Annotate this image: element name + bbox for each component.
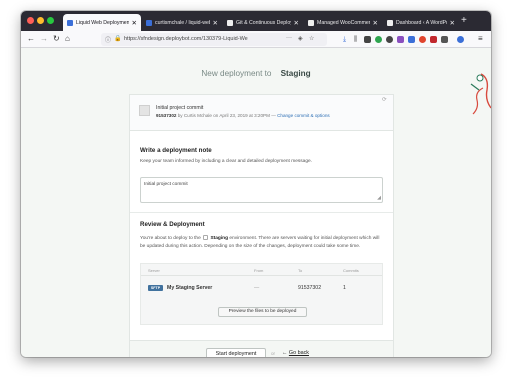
deployment-note-input[interactable]: Initial project commit ◢ [140,177,383,203]
tab-label: Git & Continuous Deploym [236,19,291,26]
url-text[interactable]: https://sfndesign.deploybot.com/130379-L… [124,36,269,42]
review-text-part2: environment. There are servers waiting f… [229,236,372,241]
commit-sha: 91537302 [156,113,177,118]
note-section-title: Write a deployment note [140,147,212,154]
lastpass-icon[interactable] [430,36,437,43]
forward-button[interactable]: → [40,34,48,44]
extension-green-icon[interactable] [375,36,382,43]
tab-label: curtismchale / liquid-web [155,19,210,26]
or-separator: or [271,351,276,356]
tab-git-continuous-deployment[interactable]: Git & Continuous Deploym ✕ [223,14,303,31]
download-icon[interactable]: ⤓ [343,36,350,43]
column-header-to: To [298,268,303,273]
tab-label: Dashboard ‹ A WordPress site [396,19,447,26]
extension-grey-icon[interactable] [441,36,448,43]
home-button[interactable]: ⌂ [65,34,70,44]
page-title: New deployment to Staging [21,69,491,78]
back-arrow-icon: ← [282,350,288,356]
tab-close-icon[interactable]: ✕ [373,19,378,27]
protocol-badge: SFTP [148,285,163,291]
servers-table: Server From To Commits SFTP My Staging S… [140,263,383,325]
page-favicon-icon [308,19,314,26]
tab-label: Liquid Web Deployment: De [76,19,129,26]
navigation-toolbar: ← → ↻ ⌂ ⓘ 🔒 https://sfndesign.deploybot.… [21,31,491,48]
commit-meta: 91537302 by Curtis Mchale on April 23, 2… [156,113,330,118]
hamburger-menu-icon[interactable]: ≡ [478,34,483,44]
reload-button[interactable]: ↻ [53,34,60,44]
account-icon[interactable] [457,36,464,43]
page-favicon-icon [227,19,233,26]
pocket-icon[interactable]: ◈ [298,35,303,42]
address-bar[interactable]: ⓘ 🔒 https://sfndesign.deploybot.com/1303… [101,33,327,46]
refresh-icon[interactable]: ⟳ [382,97,387,103]
tab-bar: Liquid Web Deployment: De ✕ curtismchale… [21,11,491,31]
bitbucket-favicon-icon [146,19,152,26]
back-button[interactable]: ← [27,34,35,44]
tab-curtismchale-repo[interactable]: curtismchale / liquid-web ✕ [142,14,222,31]
review-section-title: Review & Deployment [140,221,205,228]
environment-icon [203,235,209,240]
tab-managed-woocommerce[interactable]: Managed WooCommerce H ✕ [304,14,382,31]
commit-count: 1 [343,285,346,291]
column-header-commits: Commits [343,268,359,273]
library-icon[interactable]: ⫼ [354,36,361,43]
section-divider [130,212,393,213]
commit-summary: Initial project commit 91537302 by Curti… [130,95,393,131]
tab-label: Managed WooCommerce H [317,19,370,26]
commit-title: Initial project commit [156,105,204,111]
browser-window: Liquid Web Deployment: De ✕ curtismchale… [21,11,491,357]
extension-purple-icon[interactable] [397,36,404,43]
deploybot-favicon-icon [67,19,73,26]
bookmark-star-icon[interactable]: ☆ [309,35,314,42]
tab-close-icon[interactable]: ✕ [132,19,137,27]
page-actions-icon[interactable]: ··· [286,35,292,41]
tab-close-icon[interactable]: ✕ [213,19,218,27]
note-section-description: Keep your team informed by including a c… [140,159,312,164]
deployment-panel: Initial project commit 91537302 by Curti… [129,94,394,357]
tab-close-icon[interactable]: ✕ [450,19,455,27]
deployment-footer: Start deployment or ← Go back [130,340,393,357]
page-title-prefix: New deployment to [201,69,272,78]
maximize-window-icon[interactable] [47,17,54,24]
tab-close-icon[interactable]: ✕ [294,19,299,27]
lock-icon: 🔒 [114,36,122,42]
deployment-note-value: Initial project commit [144,182,188,187]
column-header-from: From [254,268,264,273]
review-environment-name: Staging [210,236,229,241]
change-commit-link[interactable]: Change commit & options [277,113,330,118]
go-back-label: Go back [288,350,309,356]
commit-author-date: by Curtis Mchale on April 23, 2019 at 3:… [177,113,276,118]
extension-red-icon[interactable] [419,36,426,43]
resize-grip-icon[interactable]: ◢ [377,195,381,201]
tab-wordpress-dashboard[interactable]: Dashboard ‹ A WordPress site ✕ [383,14,459,31]
to-revision: 91537302 [298,285,322,291]
go-back-link[interactable]: ← Go back [282,350,309,356]
tab-liquid-web-deployment[interactable]: Liquid Web Deployment: De ✕ [63,14,141,31]
server-name: My Staging Server [167,285,213,291]
wordpress-favicon-icon [387,19,393,26]
preview-files-button[interactable]: Preview the files to be deployed [218,307,307,317]
page-title-environment: Staging [280,69,311,78]
avatar [139,105,150,116]
extension-blue-icon[interactable] [408,36,415,43]
table-header-divider [141,275,382,276]
extension-dark-icon[interactable] [386,36,393,43]
mascot-illustration [470,73,491,115]
info-icon[interactable]: ⓘ [105,35,111,44]
review-text-part1: You're about to deploy to the [140,236,201,241]
minimize-window-icon[interactable] [37,17,44,24]
start-deployment-button[interactable]: Start deployment [206,348,266,357]
column-header-server: Server [148,268,160,273]
sidebar-icon[interactable] [364,36,371,43]
from-revision: — [254,285,260,291]
new-tab-button[interactable]: + [461,15,467,26]
review-section-description: You're about to deploy to the Staging en… [140,235,385,250]
page-content: New deployment to Staging Initial projec… [21,48,491,357]
close-window-icon[interactable] [27,17,34,24]
